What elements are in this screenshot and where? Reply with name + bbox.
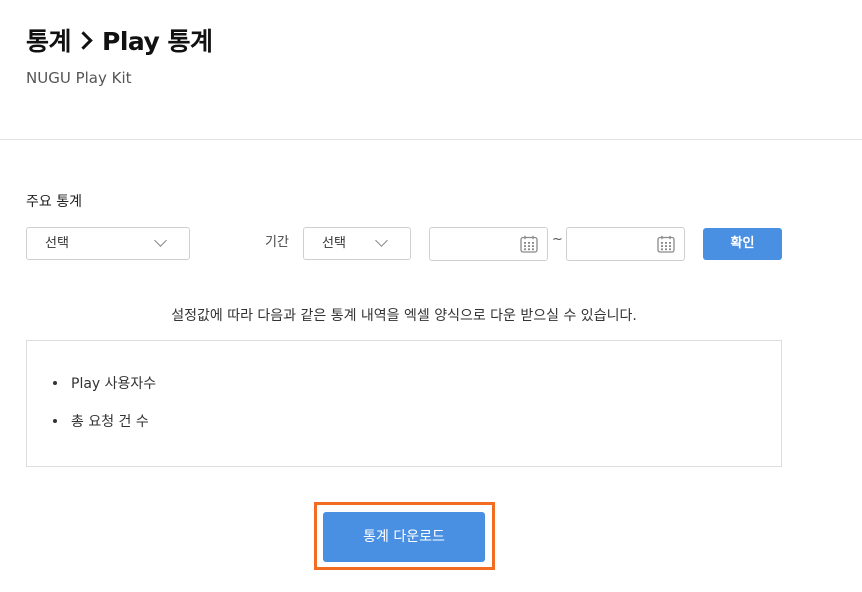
section-label: 주요 통계: [26, 194, 82, 210]
period-label: 기간: [265, 235, 289, 250]
page-subtitle: NUGU Play Kit: [26, 69, 132, 87]
calendar-icon[interactable]: [657, 235, 675, 253]
start-date-input[interactable]: [429, 227, 548, 261]
stat-type-select-value: 선택: [45, 236, 69, 251]
list-item-label: 총 요청 건 수: [71, 414, 149, 430]
chevron-down-icon: [375, 234, 388, 247]
confirm-button[interactable]: 확인: [703, 228, 782, 260]
download-notice: 설정값에 따라 다음과 같은 통계 내역을 엑셀 양식으로 다운 받으실 수 있…: [171, 308, 637, 324]
breadcrumb-parent[interactable]: 통계: [26, 27, 72, 56]
chevron-down-icon: [154, 234, 167, 247]
header-divider: [0, 139, 862, 140]
list-item: Play 사용자수: [53, 374, 156, 394]
bullet-icon: [53, 381, 57, 385]
list-item-label: Play 사용자수: [71, 376, 157, 392]
stat-type-select[interactable]: 선택: [26, 227, 190, 260]
breadcrumb-current: Play 통계: [102, 27, 213, 56]
calendar-icon[interactable]: [520, 235, 538, 253]
list-item: 총 요청 건 수: [53, 412, 149, 432]
period-select-value: 선택: [322, 236, 346, 251]
bullet-icon: [53, 419, 57, 423]
chevron-right-icon: [74, 31, 93, 50]
page: 통계 Play 통계 NUGU Play Kit 주요 통계 선택 기간 선택 ~: [0, 0, 862, 592]
page-title: 통계 Play 통계: [26, 24, 213, 60]
range-separator: ~: [552, 232, 563, 247]
period-select[interactable]: 선택: [303, 227, 411, 260]
stat-items-box: Play 사용자수 총 요청 건 수: [26, 340, 782, 467]
download-stats-button[interactable]: 통계 다운로드: [323, 512, 485, 562]
end-date-input[interactable]: [566, 227, 685, 261]
